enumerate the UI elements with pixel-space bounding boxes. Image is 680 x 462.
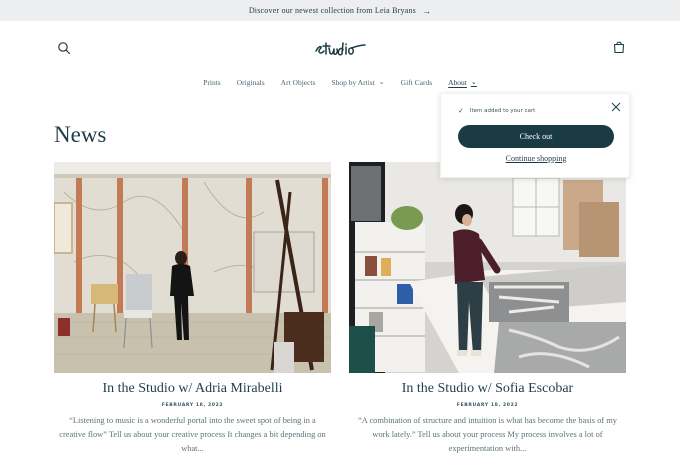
nav-item-shop-by-artist[interactable]: Shop by Artist ⌄ bbox=[323, 73, 392, 91]
nav-item-art-objects[interactable]: Art Objects bbox=[273, 73, 324, 91]
cart-added-message: ✓ Item added to your cart bbox=[458, 107, 535, 115]
blog-post-card[interactable]: In the Studio w/ Adria Mirabelli FEBRUAR… bbox=[54, 162, 331, 456]
cart-notification: ✓ Item added to your cart Check out Cont… bbox=[440, 93, 630, 178]
announcement-bar[interactable]: Discover our newest collection from Leia… bbox=[0, 0, 680, 21]
post-date: FEBRUARY 18, 2022 bbox=[161, 403, 224, 408]
blog-post-card[interactable]: In the Studio w/ Sofia Escobar FEBRUARY … bbox=[349, 162, 626, 456]
search-icon[interactable] bbox=[57, 41, 71, 55]
post-title[interactable]: In the Studio w/ Adria Mirabelli bbox=[54, 381, 331, 397]
check-icon: ✓ bbox=[458, 107, 464, 115]
cart-added-text: Item added to your cart bbox=[469, 108, 536, 114]
announcement-text[interactable]: Discover our newest collection from Leia… bbox=[249, 6, 416, 15]
post-excerpt: “A combination of structure and intuitio… bbox=[358, 416, 617, 453]
post-title[interactable]: In the Studio w/ Sofia Escobar bbox=[349, 381, 626, 397]
site-header bbox=[0, 21, 680, 73]
main-nav: Prints Originals Art Objects Shop by Art… bbox=[0, 73, 680, 91]
studio-logo[interactable] bbox=[312, 34, 370, 60]
nav-item-about[interactable]: About ⌄ bbox=[440, 73, 485, 91]
arrow-right-icon: → bbox=[421, 5, 432, 16]
checkout-button[interactable]: Check out bbox=[458, 125, 614, 148]
post-date: FEBRUARY 18, 2022 bbox=[456, 403, 519, 408]
page-title: News bbox=[54, 122, 107, 147]
nav-item-prints[interactable]: Prints bbox=[195, 73, 229, 91]
chevron-down-icon: ⌄ bbox=[378, 78, 385, 86]
chevron-down-icon: ⌄ bbox=[470, 78, 477, 86]
cart-icon[interactable] bbox=[612, 40, 626, 54]
close-icon[interactable] bbox=[611, 102, 621, 112]
continue-shopping-link[interactable]: Continue shopping bbox=[441, 154, 631, 163]
post-excerpt: “Listening to music is a wonderful porta… bbox=[59, 416, 326, 453]
nav-item-originals[interactable]: Originals bbox=[229, 73, 273, 91]
post-image[interactable] bbox=[54, 162, 331, 373]
post-image[interactable] bbox=[349, 162, 626, 373]
nav-item-gift-cards[interactable]: Gift Cards bbox=[393, 73, 440, 91]
